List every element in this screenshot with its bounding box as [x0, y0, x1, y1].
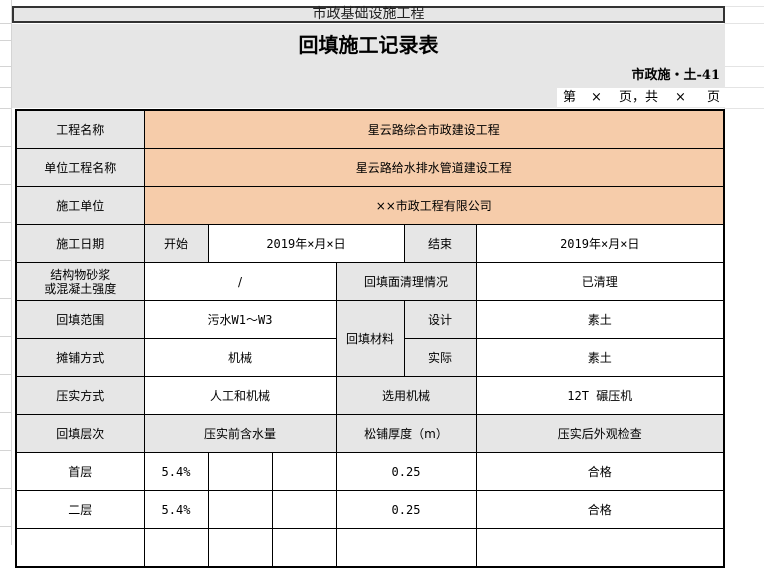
gridline: [724, 23, 764, 24]
band-title[interactable]: 市政基础设施工程: [12, 6, 725, 23]
layer-inspection[interactable]: 合格: [475, 490, 725, 529]
unit-project-name-label: 单位工程名称: [15, 148, 145, 187]
layer-inspection[interactable]: 合格: [475, 452, 725, 491]
machine-value[interactable]: 12T 碾压机: [475, 376, 725, 415]
end-label: 结束: [403, 224, 477, 263]
table-row: [15, 528, 725, 568]
clean-status-value[interactable]: 已清理: [475, 262, 725, 301]
compaction-label: 压实方式: [15, 376, 145, 415]
project-name-value[interactable]: 星云路综合市政建设工程: [143, 109, 725, 149]
inspection-header: 压实后外观检查: [475, 414, 725, 453]
start-label: 开始: [143, 224, 209, 263]
layer-blank-cell[interactable]: [207, 452, 273, 491]
empty-cell[interactable]: [207, 528, 273, 568]
backfill-material-label: 回填材料: [335, 300, 405, 377]
layer-name: 首层: [15, 452, 145, 491]
design-value[interactable]: 素土: [475, 300, 725, 339]
end-date-value[interactable]: 2019年×月×日: [475, 224, 725, 263]
backfill-record-table: 工程名称 星云路综合市政建设工程 单位工程名称 星云路给水排水管道建设工程 施工…: [15, 109, 726, 568]
table-row: 二层 5.4% 0.25 合格: [15, 490, 725, 529]
layer-blank-cell[interactable]: [271, 490, 337, 529]
backfill-range-label: 回填范围: [15, 300, 145, 339]
compaction-value[interactable]: 人工和机械: [143, 376, 337, 415]
page-prefix: 第: [563, 90, 577, 105]
contractor-value[interactable]: ××市政工程有限公司: [143, 186, 725, 225]
thickness-header: 松铺厚度（m）: [335, 414, 477, 453]
empty-cell[interactable]: [335, 528, 477, 568]
layer-name: 二层: [15, 490, 145, 529]
layer-thickness[interactable]: 0.25: [335, 452, 477, 491]
page-suffix: 页: [707, 90, 721, 105]
page-mid: 页，共: [619, 90, 659, 105]
page-total: ×: [675, 90, 686, 105]
machine-label: 选用机械: [335, 376, 477, 415]
layer-blank-cell[interactable]: [207, 490, 273, 529]
actual-value[interactable]: 素土: [475, 338, 725, 377]
clean-status-label: 回填面清理情况: [335, 262, 477, 301]
moisture-header: 压实前含水量: [143, 414, 337, 453]
table-row: 工程名称 星云路综合市政建设工程: [15, 109, 725, 149]
table-row: 结构物砂浆 或混凝土强度 / 回填面清理情况 已清理: [15, 262, 725, 301]
strength-label-line1: 结构物砂浆: [50, 267, 111, 282]
gridline: [724, 87, 764, 88]
project-name-label: 工程名称: [15, 109, 145, 149]
strength-value[interactable]: /: [143, 262, 337, 301]
table-row: 施工单位 ××市政工程有限公司: [15, 186, 725, 225]
strength-label: 结构物砂浆 或混凝土强度: [15, 262, 145, 301]
table-row: 压实方式 人工和机械 选用机械 12T 碾压机: [15, 376, 725, 415]
start-date-value[interactable]: 2019年×月×日: [207, 224, 405, 263]
actual-label: 实际: [403, 338, 477, 377]
page-number: ×: [591, 90, 602, 105]
gridline: [724, 108, 764, 109]
empty-cell[interactable]: [143, 528, 209, 568]
layer-moisture[interactable]: 5.4%: [143, 490, 209, 529]
table-row: 首层 5.4% 0.25 合格: [15, 452, 725, 491]
empty-cell[interactable]: [271, 528, 337, 568]
construction-date-label: 施工日期: [15, 224, 145, 263]
unit-project-name-value[interactable]: 星云路给水排水管道建设工程: [143, 148, 725, 187]
design-label: 设计: [403, 300, 477, 339]
page-indicator: 第 × 页，共 × 页: [557, 88, 725, 107]
table-row: 单位工程名称 星云路给水排水管道建设工程: [15, 148, 725, 187]
gridline: [724, 6, 764, 7]
empty-cell[interactable]: [15, 528, 145, 568]
form-code: 市政施・土-41: [631, 68, 721, 83]
empty-cell[interactable]: [475, 528, 725, 568]
spreadsheet-sheet: 市政基础设施工程 回填施工记录表 市政施・土-41 第 × 页，共 × 页 工程…: [0, 0, 764, 568]
layer-moisture[interactable]: 5.4%: [143, 452, 209, 491]
layer-thickness[interactable]: 0.25: [335, 490, 477, 529]
strength-label-line2: 或混凝土强度: [44, 281, 117, 296]
spreading-label: 摊铺方式: [15, 338, 145, 377]
table-row: 回填层次 压实前含水量 松铺厚度（m） 压实后外观检查: [15, 414, 725, 453]
backfill-range-value[interactable]: 污水W1～W3: [143, 300, 337, 339]
spreading-value[interactable]: 机械: [143, 338, 337, 377]
form-title: 回填施工记录表: [298, 33, 439, 57]
layers-label: 回填层次: [15, 414, 145, 453]
layer-blank-cell[interactable]: [271, 452, 337, 491]
table-row: 施工日期 开始 2019年×月×日 结束 2019年×月×日: [15, 224, 725, 263]
gridline: [724, 66, 764, 67]
contractor-label: 施工单位: [15, 186, 145, 225]
table-row: 回填范围 污水W1～W3 回填材料 设计 素土: [15, 300, 725, 377]
